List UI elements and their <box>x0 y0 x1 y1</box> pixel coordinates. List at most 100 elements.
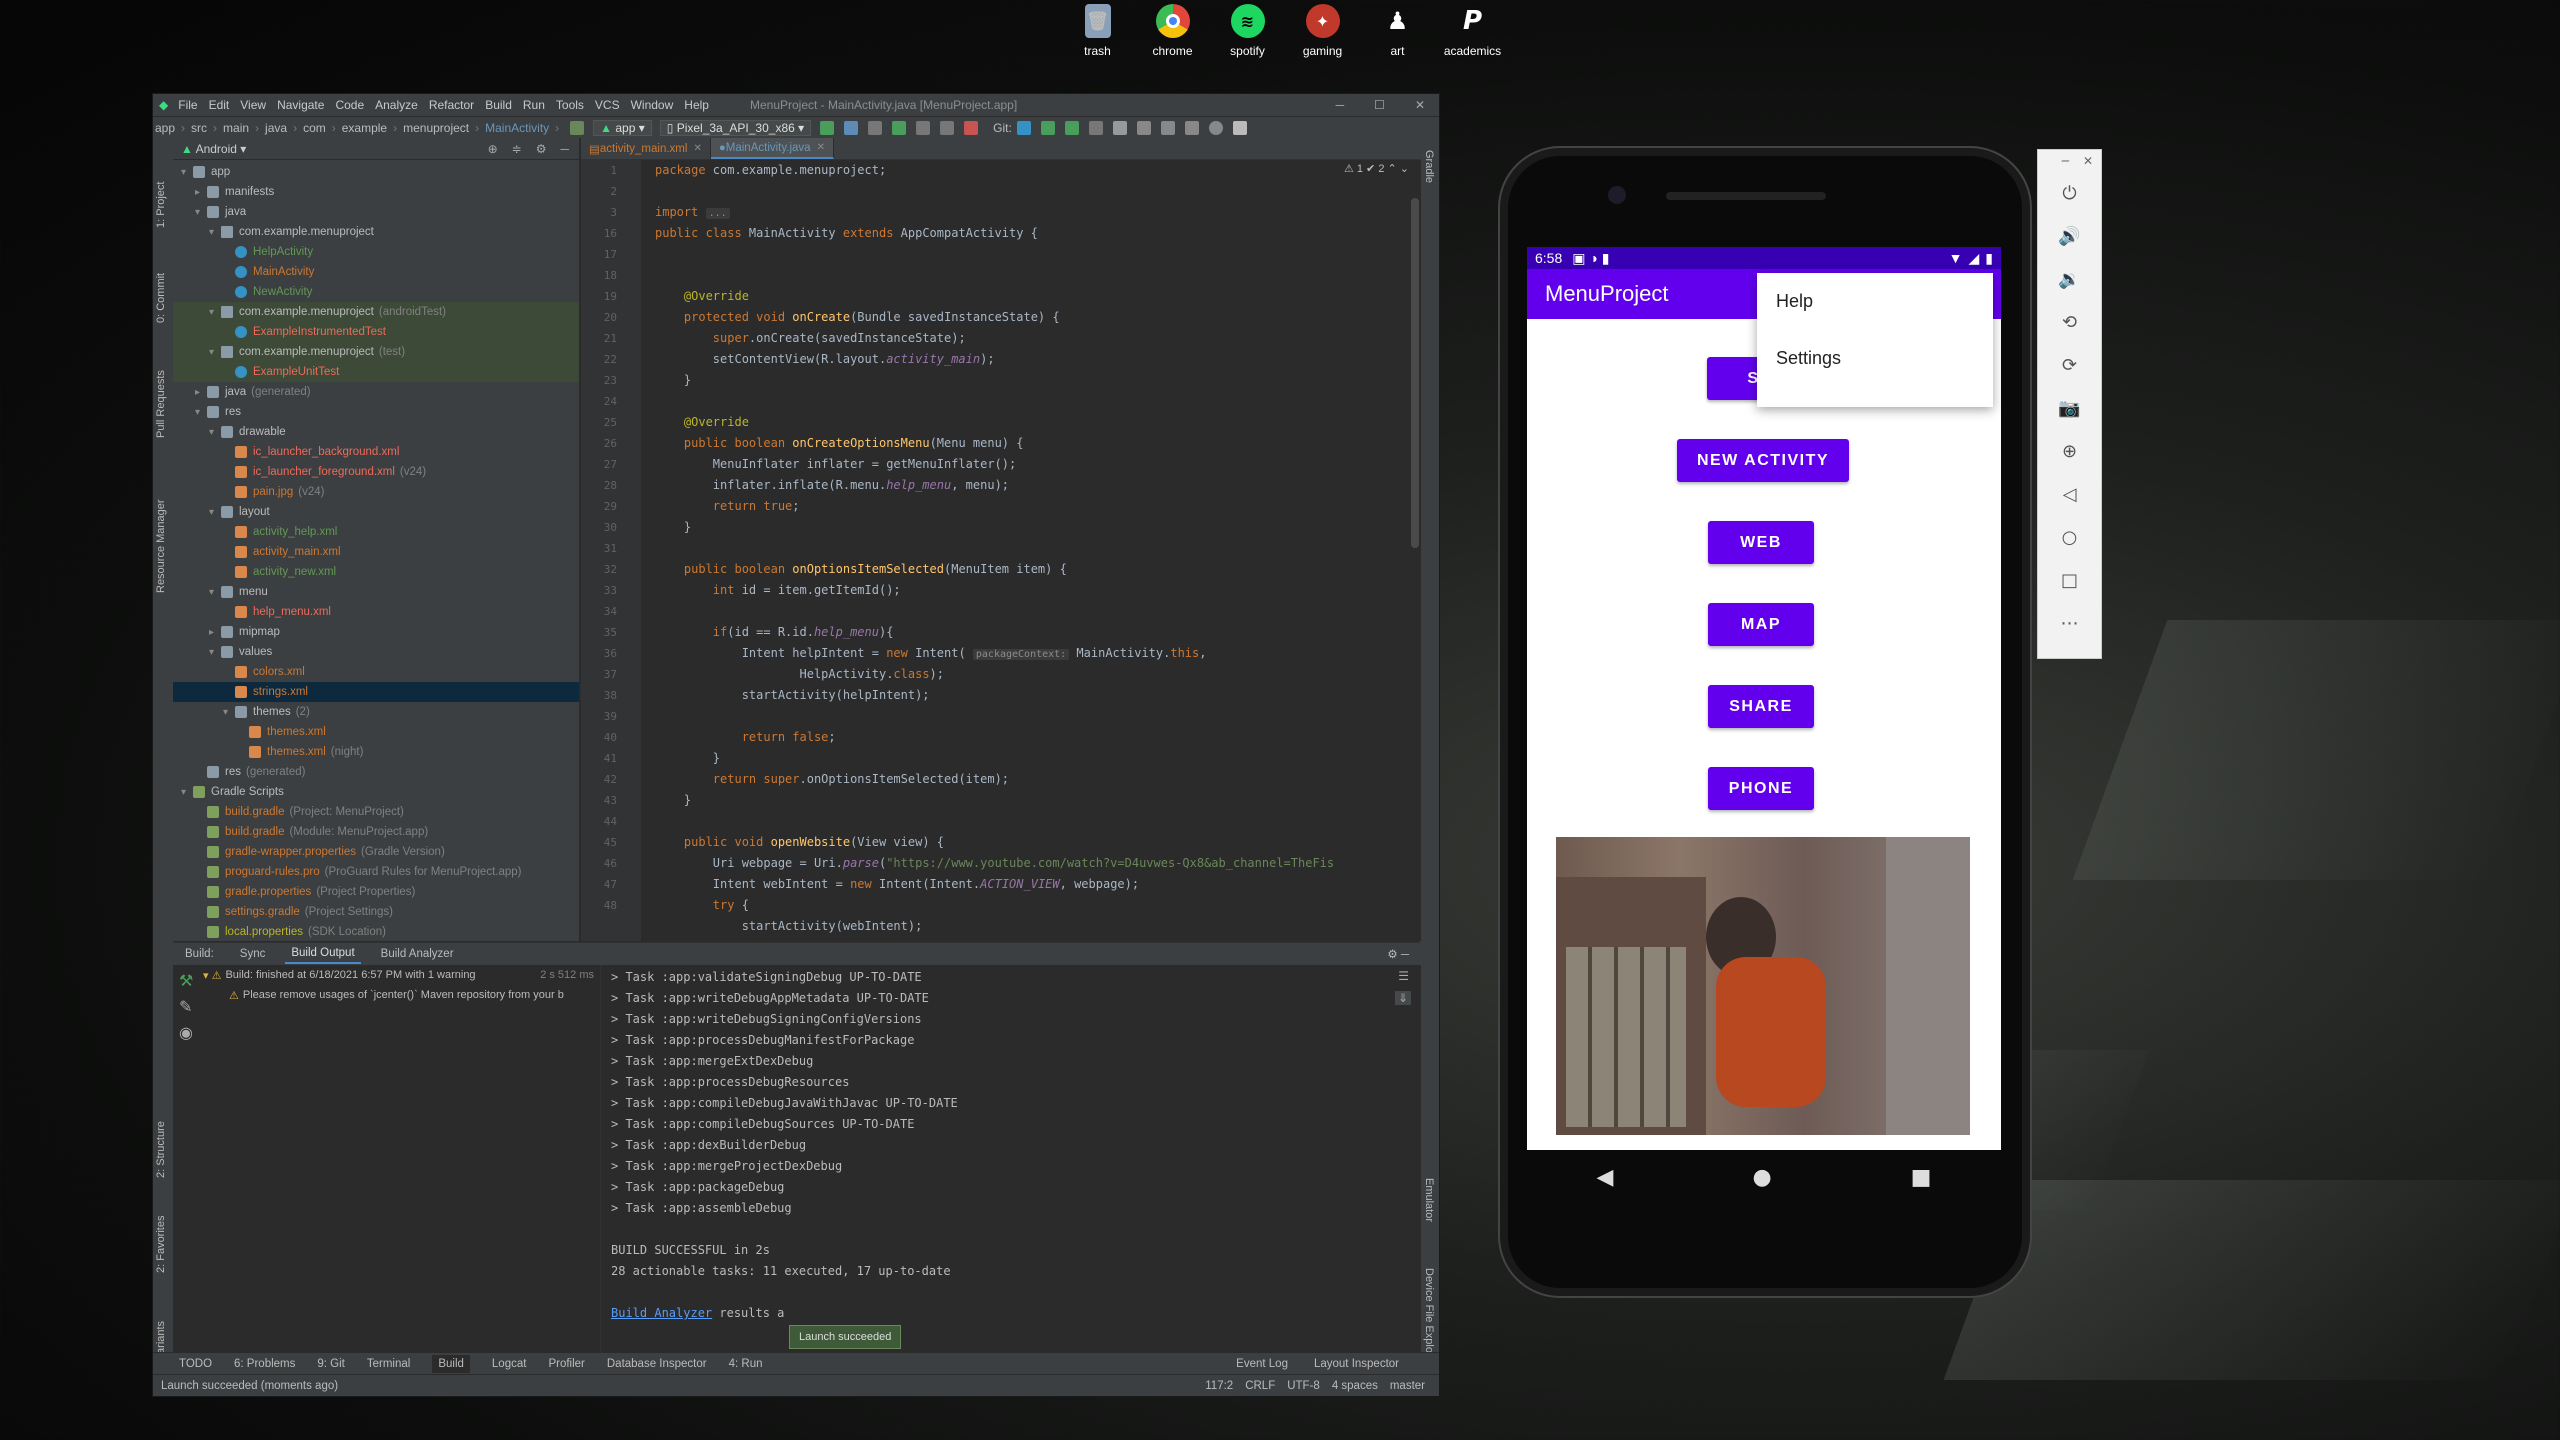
expand-arrow-icon[interactable]: ▾ <box>181 167 193 178</box>
close-icon[interactable]: ✕ <box>2083 154 2093 168</box>
tree-row[interactable]: ▾ drawable <box>173 422 579 442</box>
tree-row[interactable]: ▾ themes (2) <box>173 702 579 722</box>
tree-row[interactable]: activity_help.xml <box>173 522 579 542</box>
volume-up-icon[interactable]: 🔊 <box>2038 215 2101 258</box>
expand-arrow-icon[interactable]: ▾ <box>209 307 221 318</box>
tree-row[interactable]: res (generated) <box>173 762 579 782</box>
rollback-icon[interactable] <box>1112 120 1127 135</box>
gear-icon[interactable]: ⚙ <box>536 142 547 156</box>
tool-structure[interactable]: 2: Structure <box>155 1121 167 1178</box>
desktop-icon-academics[interactable]: P academics <box>1443 4 1502 58</box>
menu-navigate[interactable]: Navigate <box>277 98 324 112</box>
tree-row[interactable]: ▾ com.example.menuproject (androidTest) <box>173 302 579 322</box>
tool-emulator[interactable]: Emulator <box>1423 1178 1435 1222</box>
zoom-icon[interactable]: ⊕ <box>2038 430 2101 473</box>
soft-wrap-icon[interactable]: ☰ <box>1398 969 1409 983</box>
menu-tools[interactable]: Tools <box>556 98 584 112</box>
menu-build[interactable]: Build <box>485 98 512 112</box>
run-config-select[interactable]: ▲ app ▾ <box>593 119 652 136</box>
status-item[interactable]: master <box>1390 1380 1425 1392</box>
phone-button[interactable]: PHONE <box>1708 767 1814 810</box>
menu-refactor[interactable]: Refactor <box>429 98 474 112</box>
build-analyzer-link[interactable]: Build Analyzer <box>611 1306 712 1320</box>
tree-row[interactable]: activity_main.xml <box>173 542 579 562</box>
breadcrumb-item[interactable]: java <box>265 121 287 135</box>
rerun-icon[interactable] <box>820 120 835 135</box>
tree-row[interactable]: NewActivity <box>173 282 579 302</box>
tool-tab-layout-inspector[interactable]: Layout Inspector <box>1314 1358 1399 1370</box>
more-icon[interactable]: ⋯ <box>2038 602 2101 645</box>
close-button[interactable]: ✕ <box>1415 98 1425 112</box>
tree-row[interactable]: help_menu.xml <box>173 602 579 622</box>
hammer-icon[interactable]: ⚒ <box>179 971 193 991</box>
sdk-manager-icon[interactable] <box>1160 120 1175 135</box>
tree-row[interactable]: ▾ java <box>173 202 579 222</box>
tool-tab-4-run[interactable]: 4: Run <box>729 1358 763 1370</box>
screenshot-icon[interactable]: 📷 <box>2038 387 2101 430</box>
desktop-icon-chrome[interactable]: chrome <box>1143 4 1202 58</box>
tool-tab-event-log[interactable]: Event Log <box>1236 1358 1288 1370</box>
menu-edit[interactable]: Edit <box>209 98 230 112</box>
tool-pull-requests[interactable]: Pull Requests <box>155 370 167 438</box>
git-push-icon[interactable] <box>1064 120 1079 135</box>
home-icon[interactable]: ● <box>1752 1165 1771 1190</box>
menu-help[interactable]: Help <box>684 98 709 112</box>
tool-resource-manager[interactable]: Resource Manager <box>155 499 167 593</box>
tree-row[interactable]: ▾ values <box>173 642 579 662</box>
tree-row[interactable]: ic_launcher_background.xml <box>173 442 579 462</box>
project-structure-icon[interactable] <box>1136 120 1151 135</box>
expand-arrow-icon[interactable]: ▾ <box>223 707 235 718</box>
android-view-select[interactable]: ▲ Android ▾ <box>181 142 246 156</box>
tool-tab-logcat[interactable]: Logcat <box>492 1358 527 1370</box>
tree-row[interactable]: build.gradle (Module: MenuProject.app) <box>173 822 579 842</box>
breadcrumb-item[interactable]: menuproject <box>403 121 469 135</box>
breadcrumb-item[interactable]: com <box>303 121 326 135</box>
tree-row[interactable]: build.gradle (Project: MenuProject) <box>173 802 579 822</box>
menu-window[interactable]: Window <box>631 98 674 112</box>
tree-row[interactable]: pain.jpg (v24) <box>173 482 579 502</box>
code-area[interactable]: package com.example.menuproject; import .… <box>655 160 1401 941</box>
tool-tab-database-inspector[interactable]: Database Inspector <box>607 1358 707 1370</box>
build-output-console[interactable]: > Task :app:validateSigningDebug UP-TO-D… <box>611 967 1385 1359</box>
git-commit-icon[interactable] <box>1040 120 1055 135</box>
debug-icon[interactable] <box>892 120 907 135</box>
hide-panel-icon[interactable]: ─ <box>1401 949 1409 961</box>
desktop-icon-trash[interactable]: 🗑 trash <box>1068 4 1127 58</box>
menu-item-help[interactable]: Help <box>1757 273 1993 330</box>
back-icon[interactable]: ◁ <box>2038 473 2101 516</box>
rotate-right-icon[interactable]: ⟳ <box>2038 344 2101 387</box>
menu-analyze[interactable]: Analyze <box>375 98 418 112</box>
tool-tab-profiler[interactable]: Profiler <box>548 1358 584 1370</box>
hide-panel-icon[interactable]: ─ <box>560 142 569 156</box>
menu-run[interactable]: Run <box>523 98 545 112</box>
tree-row[interactable]: ▾ layout <box>173 502 579 522</box>
tree-row[interactable]: MainActivity <box>173 262 579 282</box>
status-item[interactable]: 4 spaces <box>1332 1380 1378 1392</box>
expand-arrow-icon[interactable]: ▸ <box>209 627 221 638</box>
tree-row[interactable]: colors.xml <box>173 662 579 682</box>
expand-arrow-icon[interactable]: ▾ <box>209 347 221 358</box>
pin-icon[interactable]: ✎ <box>179 997 192 1017</box>
editor-scrollbar[interactable] <box>1411 198 1419 548</box>
expand-arrow-icon[interactable]: ▾ <box>209 507 221 518</box>
status-item[interactable]: UTF-8 <box>1287 1380 1320 1392</box>
attach-debugger-icon[interactable] <box>916 120 931 135</box>
expand-arrow-icon[interactable]: ▾ <box>209 227 221 238</box>
expand-arrow-icon[interactable]: ▾ <box>209 587 221 598</box>
new-activity-button[interactable]: NEW ACTIVITY <box>1677 439 1849 482</box>
volume-down-icon[interactable]: 🔉 <box>2038 258 2101 301</box>
home-icon[interactable]: ○ <box>2038 516 2101 559</box>
tree-row[interactable]: settings.gradle (Project Settings) <box>173 902 579 922</box>
menu-item-settings[interactable]: Settings <box>1757 330 1993 387</box>
tool-favorites[interactable]: 2: Favorites <box>155 1216 167 1273</box>
tree-row[interactable]: HelpActivity <box>173 242 579 262</box>
power-icon[interactable]: ⏻ <box>2038 172 2101 215</box>
account-icon[interactable] <box>1232 120 1247 135</box>
device-select[interactable]: ▯ Pixel_3a_API_30_x86 ▾ <box>659 119 812 136</box>
tab-build-analyzer[interactable]: Build Analyzer <box>375 945 460 963</box>
tree-row[interactable]: ▾ app <box>173 162 579 182</box>
build-warning-row[interactable]: ⚠ Please remove usages of `jcenter()` Ma… <box>173 985 600 1005</box>
profile-icon[interactable] <box>940 120 955 135</box>
breadcrumb-item[interactable]: MainActivity <box>485 121 549 135</box>
expand-arrow-icon[interactable]: ▾ <box>195 207 207 218</box>
